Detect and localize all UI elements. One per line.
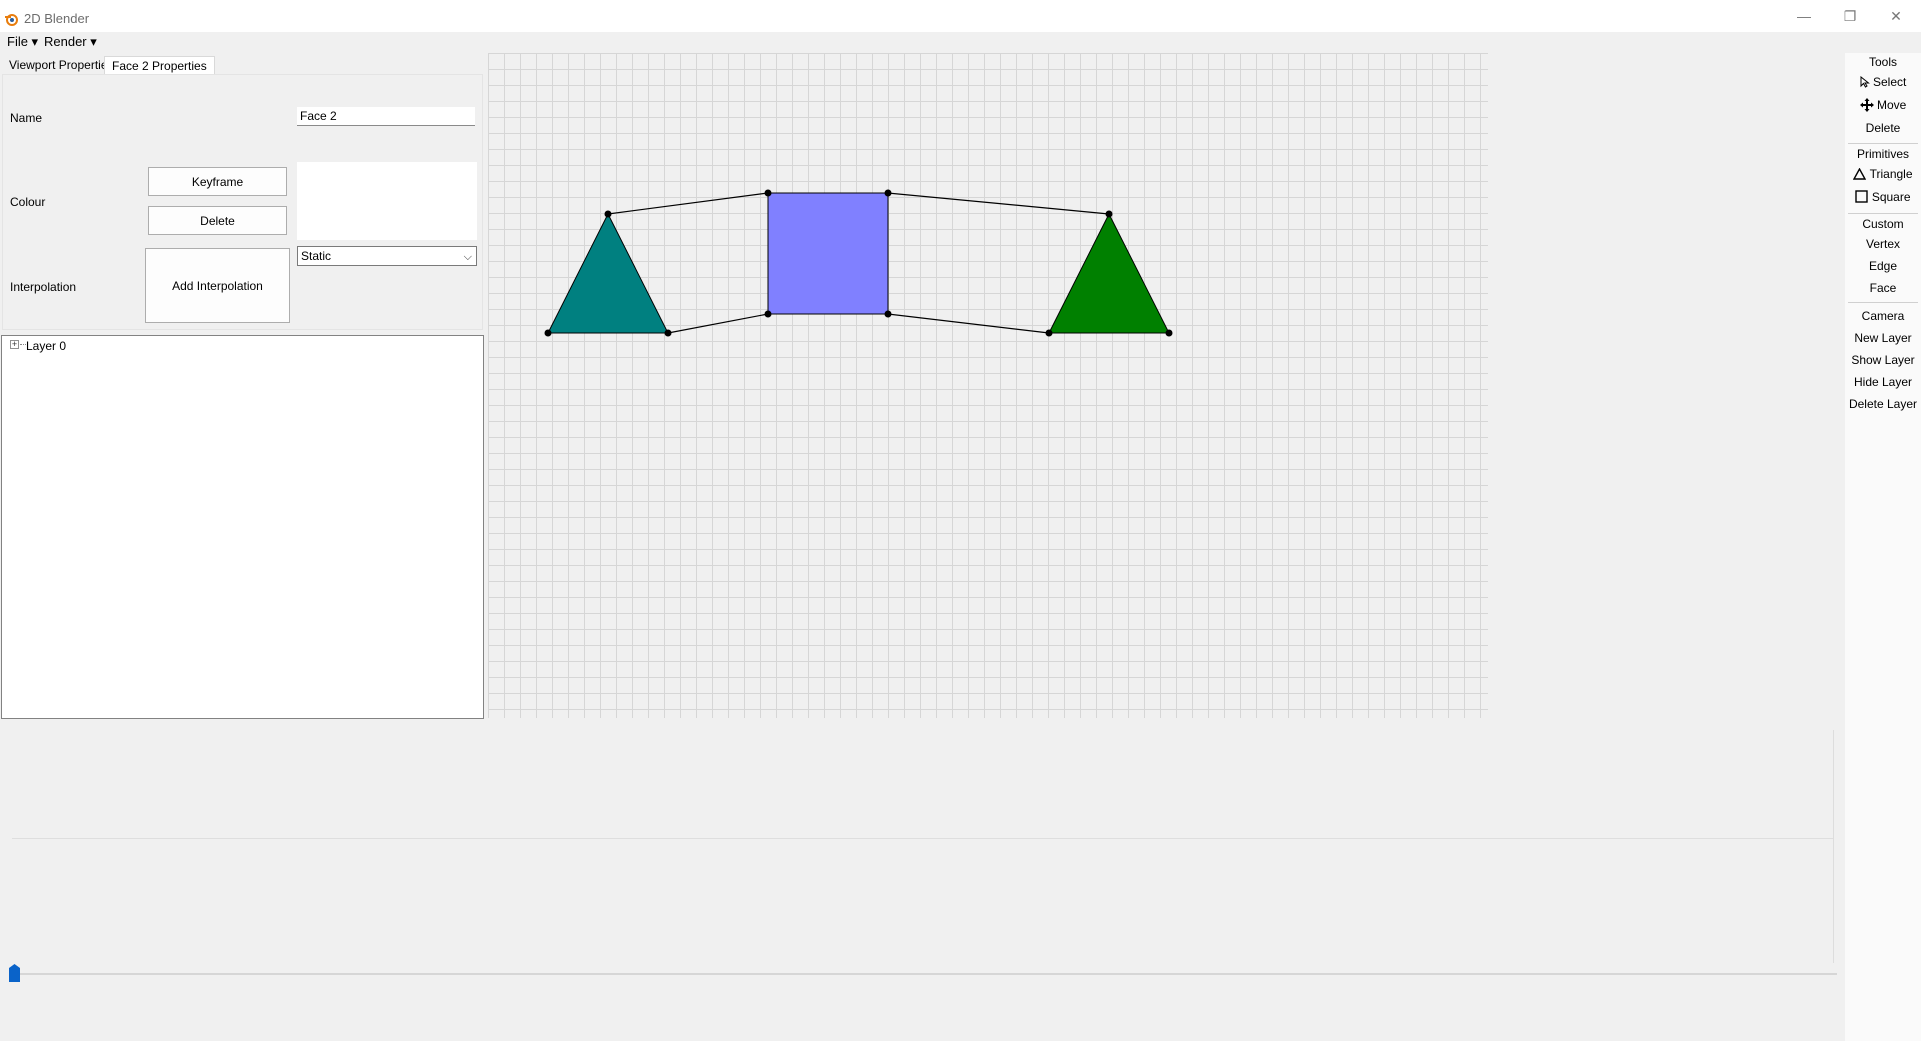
tree-item-layer-0[interactable]: Layer 0	[26, 339, 66, 353]
vertex-tool-button[interactable]: Vertex	[1845, 237, 1921, 251]
face-triangle-teal[interactable]	[547, 212, 669, 334]
colour-label: Colour	[10, 195, 46, 209]
interpolation-label: Interpolation	[10, 280, 77, 294]
hide-layer-button[interactable]: Hide Layer	[1845, 375, 1921, 389]
move-arrows-icon	[1859, 98, 1874, 112]
edge-tool-button[interactable]: Edge	[1845, 259, 1921, 273]
vertex[interactable]	[1105, 210, 1113, 218]
title-bar	[0, 0, 1921, 32]
delete-layer-button[interactable]: Delete Layer	[1845, 397, 1921, 411]
vertex[interactable]	[1165, 329, 1173, 337]
restore-button[interactable]: ❐	[1827, 0, 1873, 32]
name-label: Name	[10, 111, 43, 125]
name-input[interactable]	[297, 107, 475, 126]
timeline-area[interactable]	[12, 730, 1834, 963]
vertex[interactable]	[884, 189, 892, 197]
menu-render[interactable]: Render ▾	[44, 34, 97, 50]
square-icon	[1855, 190, 1869, 203]
camera-tool-button[interactable]: Camera	[1845, 309, 1921, 323]
vertex[interactable]	[1045, 329, 1053, 337]
minimize-button[interactable]: —	[1781, 0, 1827, 32]
square-tool-button[interactable]: Square	[1845, 190, 1921, 204]
tools-divider	[1848, 143, 1918, 144]
vertex[interactable]	[764, 189, 772, 197]
tab-face-properties[interactable]: Face 2 Properties	[104, 56, 215, 75]
interpolation-select[interactable]: Static ⌵	[297, 246, 477, 266]
edge[interactable]	[607, 192, 769, 215]
vertex[interactable]	[764, 310, 772, 318]
timeline-slider-track[interactable]	[12, 973, 1837, 975]
primitives-header: Primitives	[1856, 147, 1909, 161]
new-layer-button[interactable]: New Layer	[1845, 331, 1921, 345]
chevron-down-icon: ⌵	[463, 251, 472, 263]
colour-swatch[interactable]	[297, 162, 477, 240]
triangle-tool-label: Triangle	[1869, 167, 1913, 181]
tools-header: Tools	[1868, 55, 1897, 69]
interpolation-select-value: Static	[301, 249, 332, 263]
face-tool-button[interactable]: Face	[1845, 281, 1921, 295]
delete-tool-button[interactable]: Delete	[1845, 121, 1921, 135]
close-button[interactable]: ✕	[1873, 0, 1919, 32]
cursor-icon	[1860, 75, 1870, 88]
custom-header: Custom	[1862, 217, 1904, 231]
scene-svg	[544, 189, 1173, 337]
edge[interactable]	[887, 313, 1050, 334]
edge[interactable]	[667, 313, 769, 334]
vertex[interactable]	[604, 210, 612, 218]
edge[interactable]	[887, 192, 1110, 215]
triangle-tool-button[interactable]: Triangle	[1845, 167, 1921, 181]
delete-colour-button[interactable]: Delete	[148, 206, 287, 235]
face-square-blue[interactable]	[767, 192, 889, 315]
add-interpolation-button[interactable]: Add Interpolation	[145, 248, 290, 323]
select-tool-label: Select	[1872, 75, 1907, 89]
tools-divider	[1848, 302, 1918, 303]
square-tool-label: Square	[1871, 190, 1911, 204]
keyframe-button[interactable]: Keyframe	[148, 167, 287, 196]
timeline-divider	[12, 838, 1833, 839]
expand-icon[interactable]: +	[10, 340, 19, 349]
face-triangle-green[interactable]	[1048, 212, 1170, 334]
move-tool-button[interactable]: Move	[1845, 98, 1921, 112]
show-layer-button[interactable]: Show Layer	[1845, 353, 1921, 367]
blender-logo-icon	[5, 14, 18, 26]
tab-viewport-properties[interactable]: Viewport Properties	[2, 56, 121, 74]
select-tool-button[interactable]: Select	[1845, 75, 1921, 89]
timeline-slider-thumb[interactable]	[9, 964, 20, 982]
move-tool-label: Move	[1877, 98, 1907, 112]
vertex[interactable]	[884, 310, 892, 318]
vertex[interactable]	[544, 329, 552, 337]
viewport-canvas[interactable]	[488, 53, 1488, 718]
menu-file[interactable]: File ▾	[7, 34, 38, 50]
vertex[interactable]	[664, 329, 672, 337]
menu-bar	[0, 32, 1921, 53]
window-title: 2D Blender	[24, 11, 90, 26]
triangle-icon	[1853, 167, 1867, 180]
tools-divider	[1848, 213, 1918, 214]
layer-tree[interactable]	[1, 335, 484, 719]
